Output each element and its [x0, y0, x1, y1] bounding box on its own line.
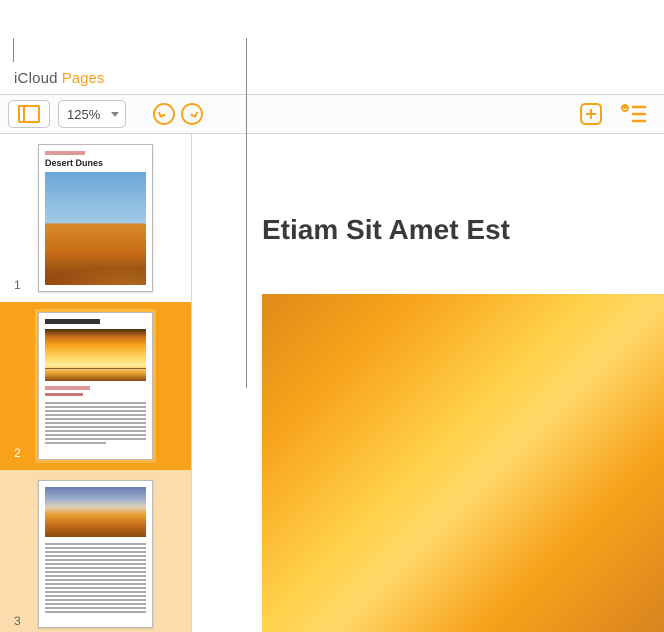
brand-icloud: iCloud	[14, 70, 58, 87]
page-thumbnail[interactable]: Desert Dunes 1	[0, 134, 191, 302]
zoom-value: 125%	[67, 107, 100, 122]
undo-button[interactable]	[150, 100, 178, 128]
page-title: Etiam Sit Amet Est	[262, 214, 664, 246]
redo-icon	[180, 102, 204, 126]
chevron-down-icon	[111, 112, 119, 117]
redo-button[interactable]	[178, 100, 206, 128]
page-thumbnail[interactable]: 3	[0, 470, 191, 632]
document-canvas[interactable]: Etiam Sit Amet Est	[192, 134, 664, 632]
logo-bar: iCloud Pages	[0, 62, 664, 94]
view-menu-button[interactable]	[8, 100, 50, 128]
zoom-select[interactable]: 125%	[58, 100, 126, 128]
undo-icon	[152, 102, 176, 126]
hero-image	[262, 294, 664, 632]
toolbar: 125%	[0, 94, 664, 134]
page-thumbnail-preview	[38, 480, 153, 628]
format-button[interactable]	[620, 102, 648, 126]
page-number: 1	[14, 278, 21, 292]
page-thumbnail[interactable]: 2	[0, 302, 191, 470]
insert-button[interactable]	[578, 101, 604, 127]
brand-pages: Pages	[62, 70, 105, 87]
thumbnail-title: Desert Dunes	[45, 158, 146, 168]
sidebar-view-icon	[18, 105, 40, 123]
plus-square-icon	[578, 101, 604, 127]
page-thumbnail-preview	[38, 312, 153, 460]
thumbnail-sidebar: Desert Dunes 1 2 3	[0, 134, 192, 632]
format-list-icon	[620, 102, 648, 126]
page-thumbnail-preview: Desert Dunes	[38, 144, 153, 292]
page-number: 3	[14, 614, 21, 628]
page-number: 2	[14, 446, 21, 460]
